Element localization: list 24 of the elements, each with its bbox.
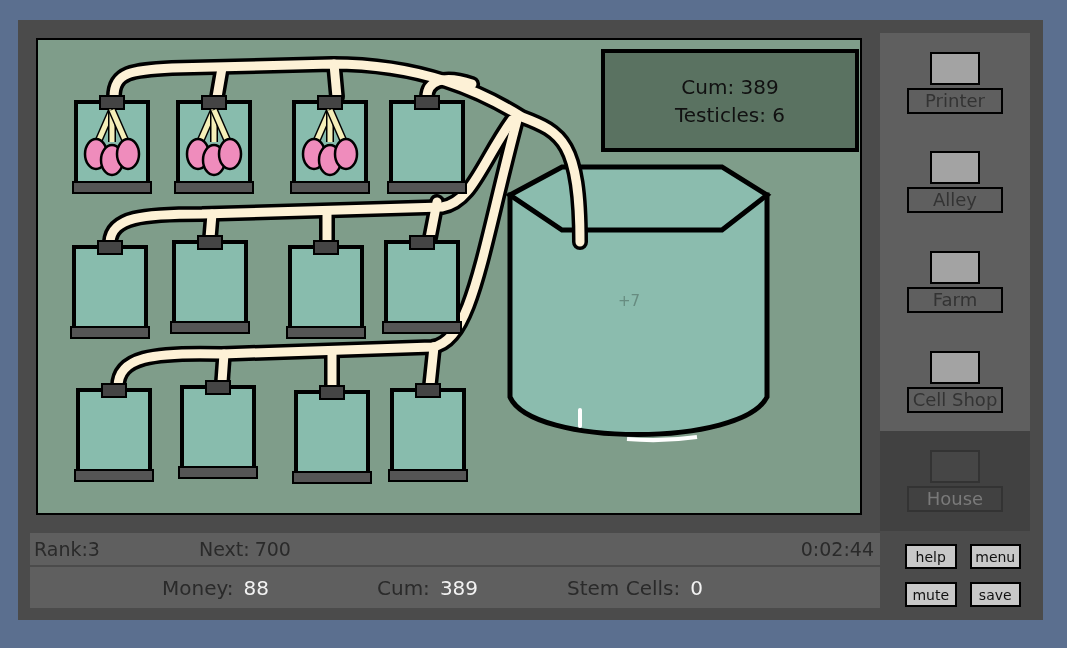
empty-tank[interactable] <box>286 240 366 339</box>
menu-button[interactable]: help <box>905 544 957 569</box>
empty-tank[interactable] <box>178 380 258 479</box>
stats-panel: Cum: 389 Testicles: 6 <box>601 49 859 152</box>
empty-tank[interactable] <box>292 385 372 484</box>
menu-button[interactable]: save <box>969 582 1021 607</box>
location-thumbnail[interactable] <box>930 51 980 85</box>
empty-tank[interactable] <box>382 235 462 334</box>
tank-with-organs[interactable] <box>290 95 370 194</box>
location-thumbnail[interactable] <box>930 251 980 284</box>
tank-with-organs[interactable] <box>72 95 152 194</box>
resource-value: 0 <box>690 574 703 602</box>
empty-tank[interactable] <box>70 240 150 339</box>
location-thumbnail[interactable] <box>930 151 980 185</box>
menu-button[interactable]: menu <box>969 544 1021 569</box>
resource-value: 389 <box>439 574 479 602</box>
empty-tank[interactable] <box>170 235 250 334</box>
empty-tank[interactable] <box>387 95 467 194</box>
empty-tank[interactable] <box>74 383 154 482</box>
location-thumbnail[interactable] <box>930 350 980 384</box>
empty-tank[interactable] <box>388 383 468 482</box>
tank-with-organs[interactable] <box>174 95 254 194</box>
menu-button[interactable]: mute <box>905 582 957 607</box>
resource-value: 88 <box>243 574 270 602</box>
